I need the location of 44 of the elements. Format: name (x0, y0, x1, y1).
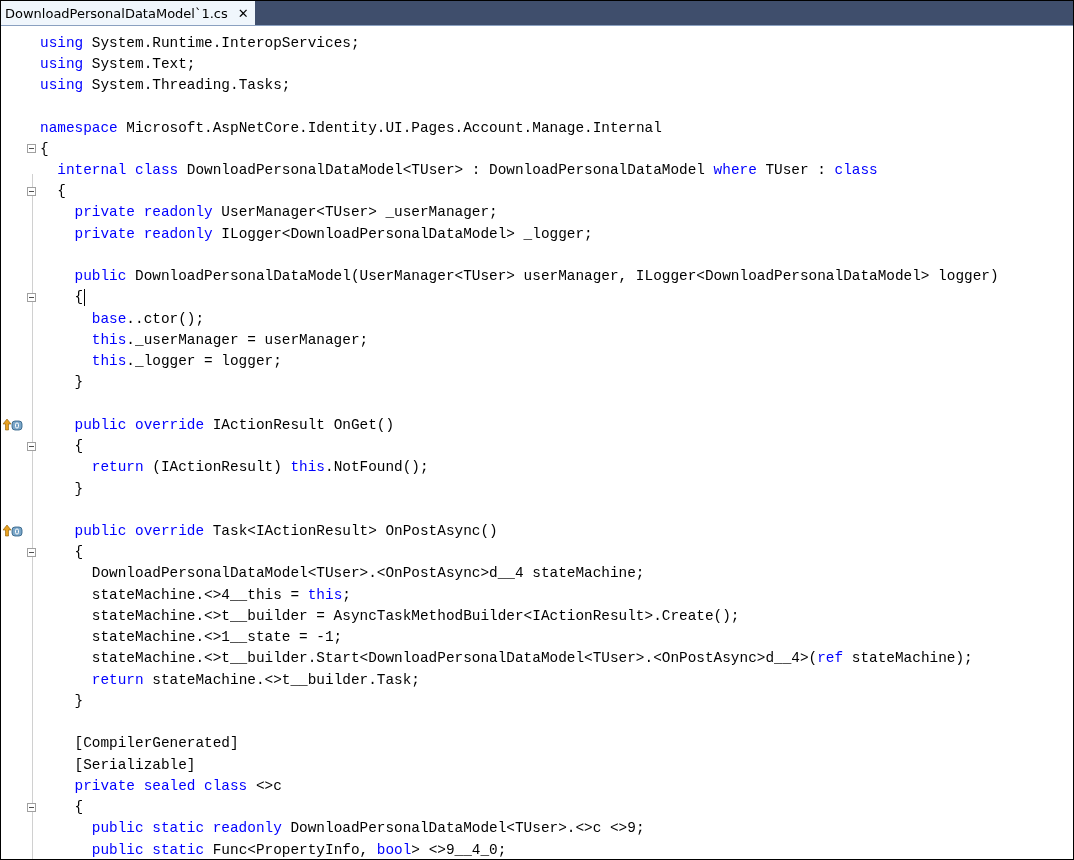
code-line: } (73, 479, 84, 499)
code-line: public static Func<PropertyInfo, bool> <>9__4_0; (90, 840, 507, 859)
code-line: public static readonly DownloadPersonalDataModel<TUser>.<>c <>9; (90, 819, 645, 839)
code-line: stateMachine.<>4__this = this; (90, 585, 351, 605)
code-line: public override Task<IActionResult> OnPostAsync() (73, 522, 498, 541)
collapse-icon[interactable] (27, 441, 36, 451)
code-line: base..ctor(); (90, 309, 205, 329)
code-line: public DownloadPersonalDataModel(UserManager<TUser> userManager, ILogger<DownloadPersonalDataModel> logger) (73, 267, 999, 287)
code-line: public override IActionResult OnGet() (73, 415, 395, 435)
code-line: { (73, 287, 86, 308)
code-line: return stateMachine.<>t__builder.Task; (90, 670, 420, 690)
code-line: return (IActionResult) this.NotFound(); (90, 458, 429, 478)
file-tab[interactable]: DownloadPersonalDataModel`1.cs ✕ (1, 1, 255, 25)
code-line: DownloadPersonalDataModel<TUser>.<OnPostAsync>d__4 stateMachine; (90, 564, 645, 584)
code-line: stateMachine.<>t__builder = AsyncTaskMethodBuilder<IActionResult>.Create(); (90, 606, 740, 626)
code-line: this._userManager = userManager; (90, 330, 369, 350)
code-line: private readonly UserManager<TUser> _userManager; (73, 203, 498, 223)
code-line: private sealed class <>c (73, 776, 282, 796)
code-line: namespace Microsoft.AspNetCore.Identity.UI.Pages.Account.Manage.Internal (40, 118, 662, 138)
collapse-icon[interactable] (27, 292, 36, 302)
collapse-icon[interactable] (27, 144, 36, 154)
code-line: { (40, 139, 49, 159)
code-line: private readonly ILogger<DownloadPersonalDataModel> _logger; (73, 224, 593, 244)
code-line: { (73, 437, 84, 457)
code-line: { (56, 182, 66, 202)
code-line: { (73, 798, 84, 818)
collapse-icon[interactable] (27, 802, 36, 812)
code-line: using System.Text; (40, 54, 196, 74)
code-line: stateMachine.<>1__state = -1; (90, 628, 343, 648)
code-line: } (73, 373, 84, 393)
override-arrow-icon[interactable] (3, 418, 23, 431)
collapse-icon[interactable] (27, 186, 36, 196)
close-icon[interactable]: ✕ (237, 6, 249, 20)
collapse-icon[interactable] (27, 547, 36, 557)
code-line: [Serializable] (73, 755, 196, 775)
override-arrow-icon[interactable] (3, 525, 23, 537)
code-line: using System.Runtime.InteropServices; (40, 33, 360, 53)
code-line: [CompilerGenerated] (73, 734, 239, 754)
code-line: { (73, 543, 84, 563)
code-line: using System.Threading.Tasks; (40, 76, 291, 96)
code-line: } (73, 691, 84, 711)
code-line: this._logger = logger; (90, 352, 282, 372)
code-line: stateMachine.<>t__builder.Start<DownloadPersonalDataModel<TUser>.<OnPostAsync>d__4>(ref stateMachine); (90, 649, 973, 669)
code-line: internal class DownloadPersonalDataModel<TUser> : DownloadPersonalDataModel where TUser : class (56, 161, 878, 180)
